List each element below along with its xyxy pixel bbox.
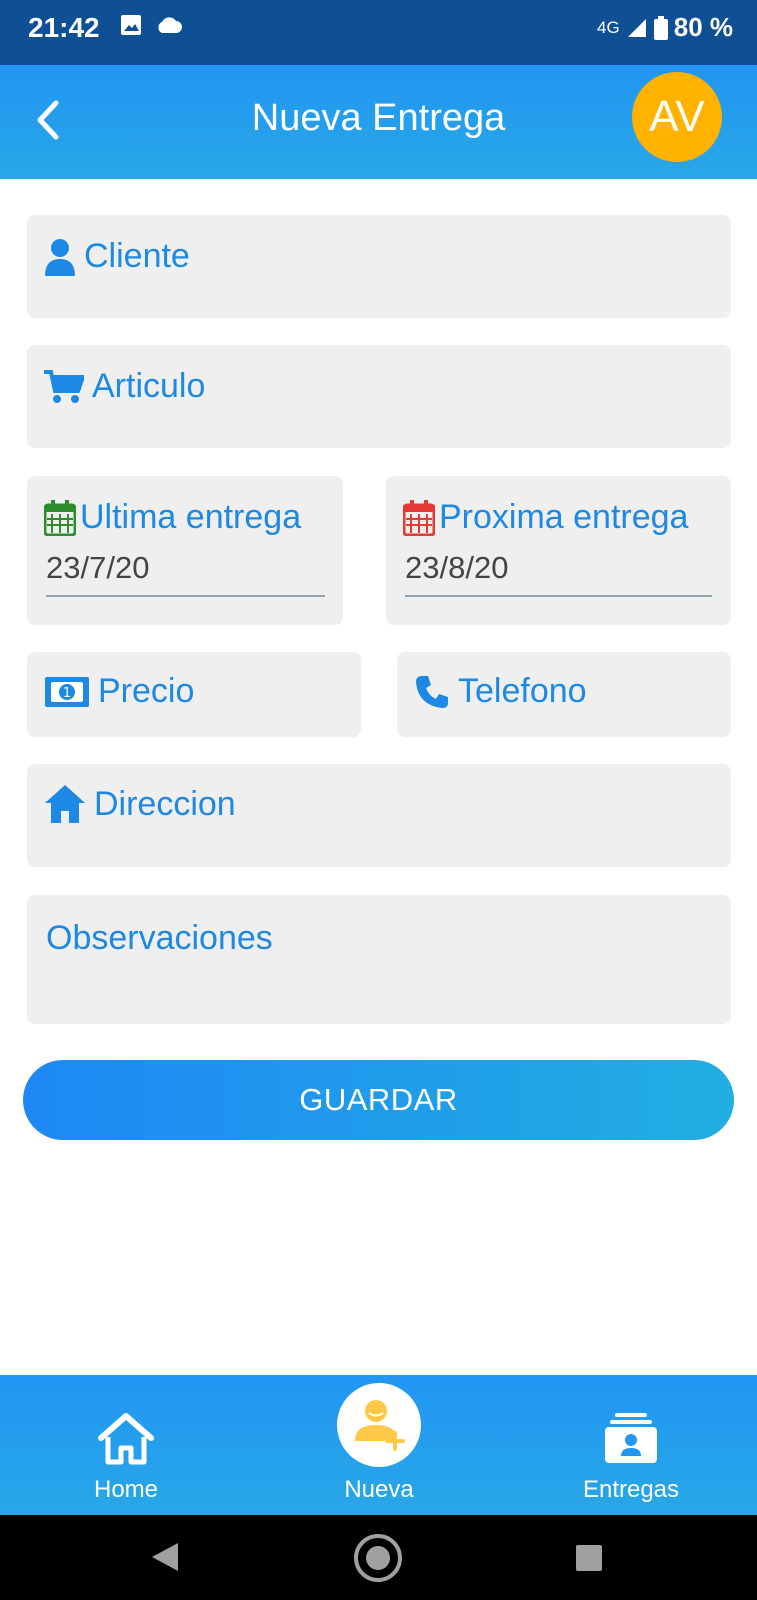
calendar-icon — [403, 499, 435, 536]
articulo-field[interactable]: Articulo — [27, 345, 731, 448]
proxima-entrega-field[interactable]: Proxima entrega 23/8/20 — [386, 476, 731, 625]
nav-item-nueva[interactable]: Nueva — [299, 1375, 459, 1515]
save-button[interactable]: GUARDAR — [23, 1060, 734, 1140]
status-time: 21:42 — [28, 12, 100, 43]
nav-label-home: Home — [93, 1476, 159, 1503]
telefono-label-group: Telefono — [414, 672, 587, 711]
observaciones-label: Observaciones — [46, 919, 273, 957]
home-circle-icon[interactable] — [352, 1532, 404, 1584]
nav-label-entregas: Entregas — [582, 1476, 680, 1503]
avatar[interactable]: AV — [632, 72, 722, 162]
entregas-icon — [605, 1413, 657, 1463]
back-triangle-icon[interactable] — [150, 1541, 180, 1573]
network-label: 4G — [597, 17, 620, 37]
articulo-label: Articulo — [92, 367, 206, 405]
direccion-field[interactable]: Direccion — [27, 764, 731, 867]
articulo-label-group: Articulo — [44, 367, 205, 406]
image-icon — [120, 14, 142, 41]
proxima-entrega-underline — [405, 595, 712, 597]
ultima-entrega-value[interactable]: 23/7/20 — [46, 550, 149, 586]
proxima-entrega-value[interactable]: 23/8/20 — [405, 550, 508, 586]
cliente-label: Cliente — [84, 237, 190, 275]
app-bar: Nueva Entrega AV — [0, 65, 757, 179]
battery-level: 80 % — [673, 12, 733, 42]
direccion-label-group: Direccion — [44, 784, 236, 824]
system-nav-bar — [0, 1515, 757, 1600]
precio-label: Precio — [98, 672, 195, 710]
telefono-label: Telefono — [458, 672, 587, 710]
ultima-entrega-label-group: Ultima entrega — [44, 498, 301, 537]
nav-item-entregas[interactable]: Entregas — [551, 1375, 711, 1515]
cliente-label-group: Cliente — [44, 237, 190, 276]
home-icon — [45, 785, 85, 823]
observaciones-field[interactable]: Observaciones — [27, 895, 731, 1024]
ultima-entrega-underline — [46, 595, 325, 597]
proxima-entrega-label-group: Proxima entrega — [403, 498, 688, 537]
battery-icon — [653, 15, 668, 40]
recents-square-icon[interactable] — [576, 1545, 602, 1571]
shopping-cart-icon — [44, 369, 84, 403]
direccion-label: Direccion — [94, 784, 236, 823]
precio-label-group: 1 Precio — [44, 672, 194, 711]
telefono-field[interactable]: Telefono — [397, 652, 731, 737]
cloud-icon — [156, 16, 182, 39]
precio-field[interactable]: 1 Precio — [27, 652, 361, 737]
user-icon — [45, 238, 75, 276]
nav-label-nueva: Nueva — [344, 1476, 414, 1503]
ultima-entrega-label: Ultima entrega — [80, 498, 302, 536]
money-icon: 1 — [45, 676, 89, 707]
svg-text:1: 1 — [63, 686, 71, 701]
bottom-nav: Home Nueva Entregas — [0, 1375, 757, 1515]
status-bar: 21:42 4G 80 % — [0, 0, 757, 65]
proxima-entrega-label: Proxima entrega — [439, 498, 689, 536]
calendar-icon — [44, 499, 76, 536]
signal-icon — [627, 18, 646, 37]
ultima-entrega-field[interactable]: Ultima entrega 23/7/20 — [27, 476, 343, 625]
status-right: 4G 80 % — [597, 12, 733, 43]
home-icon — [98, 1413, 154, 1465]
phone-icon — [416, 675, 448, 708]
cliente-field[interactable]: Cliente — [27, 215, 731, 318]
nav-item-home[interactable]: Home — [46, 1375, 206, 1515]
